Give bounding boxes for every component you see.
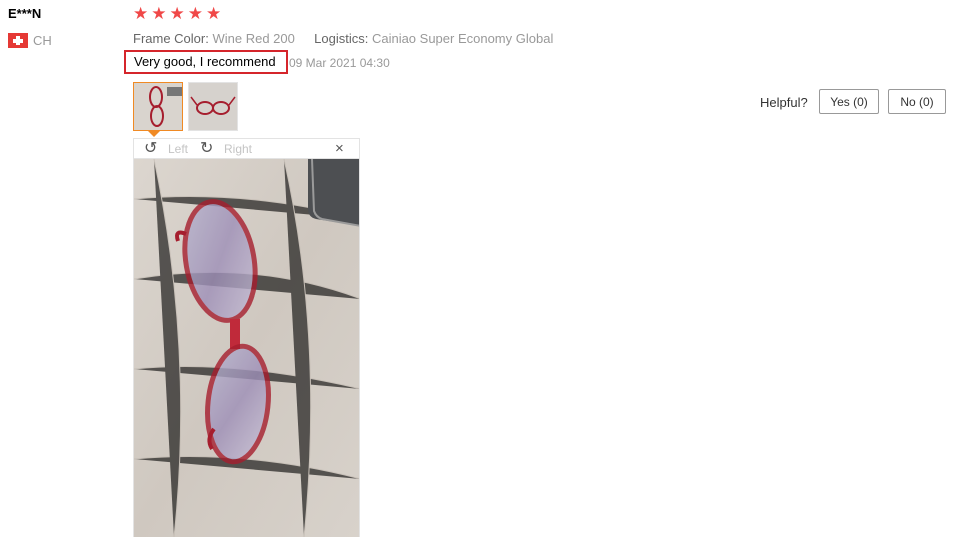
attr-key-frame-color: Frame Color:	[133, 31, 209, 46]
star-icon: ★	[151, 4, 167, 23]
close-icon[interactable]: ×	[335, 140, 344, 158]
attr-value-frame-color: Wine Red 200	[212, 31, 295, 46]
helpful-label: Helpful?	[760, 95, 808, 110]
review-attributes: Frame Color: Wine Red 200 Logistics: Cai…	[133, 31, 553, 46]
star-icon: ★	[133, 4, 149, 23]
rating-stars: ★ ★ ★ ★ ★	[133, 4, 221, 24]
attr-key-logistics: Logistics:	[314, 31, 369, 46]
reviewer-country: CH	[33, 33, 52, 48]
review-comment: Very good, I recommend	[124, 50, 288, 74]
image-viewer-toolbar: ↺ Left ↻ Right ×	[133, 138, 360, 159]
rotate-right-icon[interactable]: ↻	[200, 140, 213, 158]
star-icon: ★	[206, 4, 222, 23]
selected-thumbnail-pointer	[148, 131, 160, 137]
glasses-thumbnail-image	[134, 83, 182, 130]
rotate-right-button[interactable]: Right	[224, 142, 252, 156]
review-photo-thumbnail-1[interactable]	[133, 82, 183, 131]
swiss-flag-icon	[8, 33, 28, 48]
glasses-thumbnail-image	[189, 83, 237, 130]
star-icon: ★	[169, 4, 185, 23]
review-date: 09 Mar 2021 04:30	[289, 56, 390, 70]
rotate-left-icon[interactable]: ↺	[144, 140, 157, 158]
rotate-left-button[interactable]: Left	[168, 142, 188, 156]
review-photo-thumbnail-2[interactable]	[188, 82, 238, 131]
attr-value-logistics: Cainiao Super Economy Global	[371, 31, 554, 46]
review-photo-enlarged	[133, 159, 360, 537]
reviewer-name: E***N	[8, 6, 42, 21]
glasses-photo	[134, 159, 359, 537]
helpful-no-button[interactable]: No (0)	[888, 89, 946, 114]
star-icon: ★	[187, 4, 203, 23]
helpful-yes-button[interactable]: Yes (0)	[819, 89, 879, 114]
